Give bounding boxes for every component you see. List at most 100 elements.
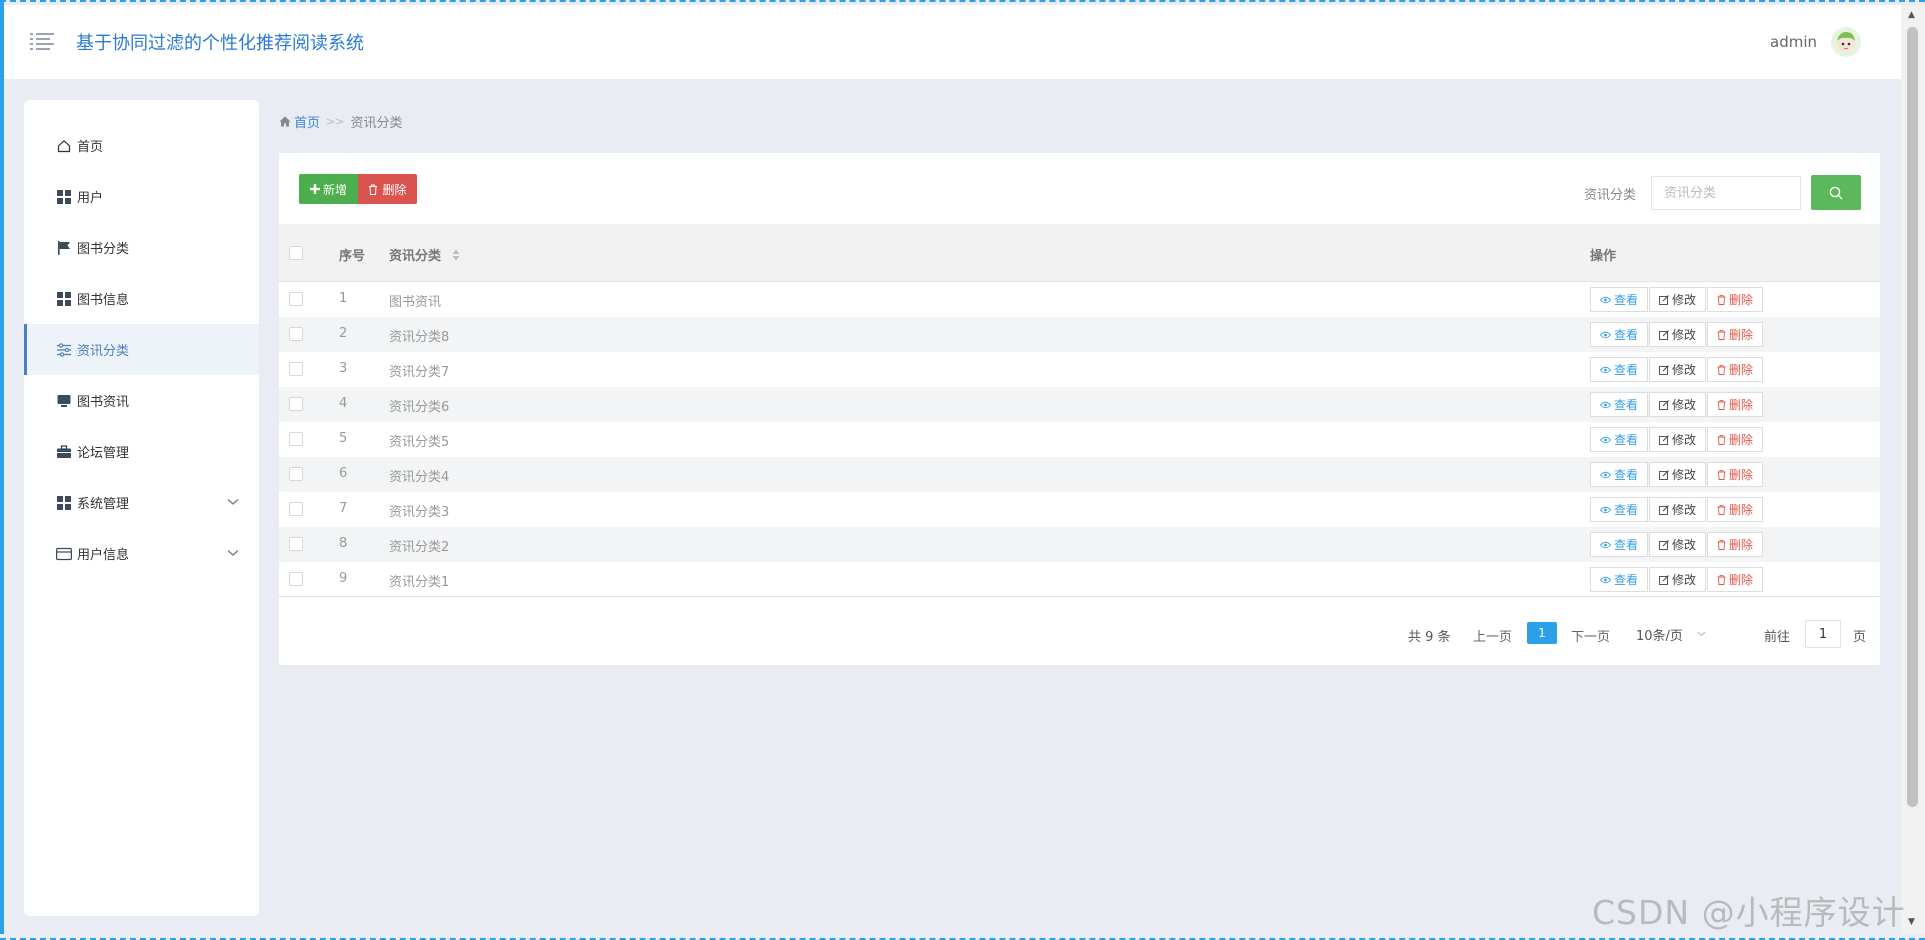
edit-button[interactable]: 修改 (1649, 392, 1707, 417)
edit-button[interactable]: 修改 (1649, 497, 1707, 522)
breadcrumb-home-label[interactable]: 首页 (294, 112, 320, 131)
pagination-next[interactable]: 下一页 (1571, 626, 1610, 645)
pagination-goto-input[interactable] (1805, 620, 1841, 648)
table-row[interactable]: 4 资讯分类6 查看 修改 删除 (279, 387, 1880, 422)
edit-icon (1659, 434, 1669, 445)
pagination-total: 共 9 条 (1408, 630, 1451, 645)
menu-toggle-button[interactable] (26, 26, 58, 58)
scroll-down-arrow-icon[interactable]: ▼ (1908, 918, 1918, 927)
table-row[interactable]: 7 资讯分类3 查看 修改 删除 (279, 492, 1880, 527)
home-icon (279, 116, 291, 127)
view-button[interactable]: 查看 (1590, 497, 1649, 522)
delete-button[interactable]: 删除 (1707, 392, 1764, 417)
delete-button[interactable]: 删除 (1707, 497, 1764, 522)
user-area[interactable]: admin (1770, 5, 1861, 79)
column-header-category[interactable]: 资讯分类 (389, 245, 460, 265)
edit-button-label: 修改 (1672, 433, 1697, 447)
select-all-checkbox[interactable] (289, 246, 303, 260)
sidebar-item-users[interactable]: 用户 (24, 171, 259, 222)
view-button[interactable]: 查看 (1590, 392, 1649, 417)
row-category: 图书资讯 (389, 295, 442, 310)
row-checkbox[interactable] (289, 502, 303, 516)
search-input[interactable] (1651, 176, 1801, 210)
avatar[interactable] (1831, 27, 1861, 57)
edit-icon (1659, 574, 1669, 585)
pagination-current-page[interactable]: 1 (1527, 622, 1557, 644)
edit-button-label: 修改 (1672, 293, 1697, 307)
table-row[interactable]: 9 资讯分类1 查看 修改 删除 (279, 562, 1880, 597)
chevron-down-icon[interactable] (227, 546, 239, 561)
delete-button[interactable]: 删除 (1707, 287, 1764, 312)
edit-button[interactable]: 修改 (1649, 567, 1707, 592)
sidebar-item-book-news[interactable]: 图书资讯 (24, 375, 259, 426)
sidebar-item-user-info[interactable]: 用户信息 (24, 528, 259, 579)
scroll-up-arrow-icon[interactable]: ▲ (1908, 11, 1918, 20)
delete-button[interactable]: 删除 (1707, 427, 1764, 452)
pagination-prev[interactable]: 上一页 (1473, 626, 1512, 645)
row-checkbox[interactable] (289, 397, 303, 411)
sort-icon[interactable] (452, 249, 460, 265)
scroll-thumb[interactable] (1907, 27, 1918, 807)
view-button[interactable]: 查看 (1590, 462, 1649, 487)
view-button[interactable]: 查看 (1590, 322, 1649, 347)
row-index: 1 (339, 291, 348, 306)
table-row[interactable]: 1 图书资讯 查看 修改 删除 (279, 282, 1880, 317)
view-button[interactable]: 查看 (1590, 532, 1649, 557)
view-button[interactable]: 查看 (1590, 357, 1649, 382)
eye-icon (1600, 541, 1611, 548)
table-row[interactable]: 2 资讯分类8 查看 修改 删除 (279, 317, 1880, 352)
chevron-down-icon[interactable] (227, 495, 239, 510)
edit-button[interactable]: 修改 (1649, 357, 1707, 382)
sidebar-item-label: 图书资讯 (77, 395, 130, 410)
sidebar-item-system[interactable]: 系统管理 (24, 477, 259, 528)
edit-button[interactable]: 修改 (1649, 322, 1707, 347)
sidebar-item-book-category[interactable]: 图书分类 (24, 222, 259, 273)
trash-icon (1717, 434, 1726, 445)
sidebar-item-home[interactable]: 首页 (24, 120, 259, 171)
edit-button[interactable]: 修改 (1649, 462, 1707, 487)
trash-icon (369, 184, 378, 195)
delete-button[interactable]: 删除 (1707, 532, 1764, 557)
delete-button[interactable]: 删除 (1707, 462, 1764, 487)
row-checkbox[interactable] (289, 362, 303, 376)
view-button[interactable]: 查看 (1590, 567, 1649, 592)
search-button[interactable] (1811, 175, 1861, 210)
trash-icon (1717, 469, 1726, 480)
view-button[interactable]: 查看 (1590, 287, 1649, 312)
page-size-select[interactable]: 10条/页 (1636, 620, 1716, 648)
add-button[interactable]: 新增 (299, 174, 358, 204)
view-button[interactable]: 查看 (1590, 427, 1649, 452)
delete-button-label: 删除 (1729, 468, 1754, 482)
sidebar-item-label: 图书信息 (77, 293, 130, 308)
breadcrumb-current: 资讯分类 (350, 116, 403, 131)
delete-button-label: 删除 (1729, 363, 1754, 377)
table-row[interactable]: 5 资讯分类5 查看 修改 删除 (279, 422, 1880, 457)
row-checkbox[interactable] (289, 537, 303, 551)
row-category: 资讯分类6 (389, 400, 450, 415)
delete-button[interactable]: 删除 (1707, 322, 1764, 347)
row-checkbox[interactable] (289, 432, 303, 446)
delete-button[interactable]: 删除 (1707, 357, 1764, 382)
edit-button[interactable]: 修改 (1649, 427, 1707, 452)
delete-button-label: 删除 (1729, 293, 1754, 307)
view-button-label: 查看 (1614, 573, 1639, 587)
breadcrumb-home[interactable]: 首页 (279, 112, 320, 131)
view-button-label: 查看 (1614, 328, 1639, 342)
sidebar-item-book-info[interactable]: 图书信息 (24, 273, 259, 324)
search-label: 资讯分类 (1584, 188, 1637, 203)
delete-button[interactable]: 删除 (1707, 567, 1764, 592)
row-checkbox[interactable] (289, 327, 303, 341)
sidebar-item-news-category[interactable]: 资讯分类 (24, 324, 259, 375)
username[interactable]: admin (1770, 33, 1817, 51)
edit-button[interactable]: 修改 (1649, 532, 1707, 557)
table-row[interactable]: 8 资讯分类2 查看 修改 删除 (279, 527, 1880, 562)
table-row[interactable]: 6 资讯分类4 查看 修改 删除 (279, 457, 1880, 492)
page-scrollbar[interactable]: ▲ ▼ (1901, 5, 1925, 934)
row-checkbox[interactable] (289, 572, 303, 586)
edit-button[interactable]: 修改 (1649, 287, 1707, 312)
table-row[interactable]: 3 资讯分类7 查看 修改 删除 (279, 352, 1880, 387)
sidebar-item-forum[interactable]: 论坛管理 (24, 426, 259, 477)
row-checkbox[interactable] (289, 467, 303, 481)
batch-delete-button[interactable]: 删除 (358, 174, 417, 204)
row-checkbox[interactable] (289, 292, 303, 306)
